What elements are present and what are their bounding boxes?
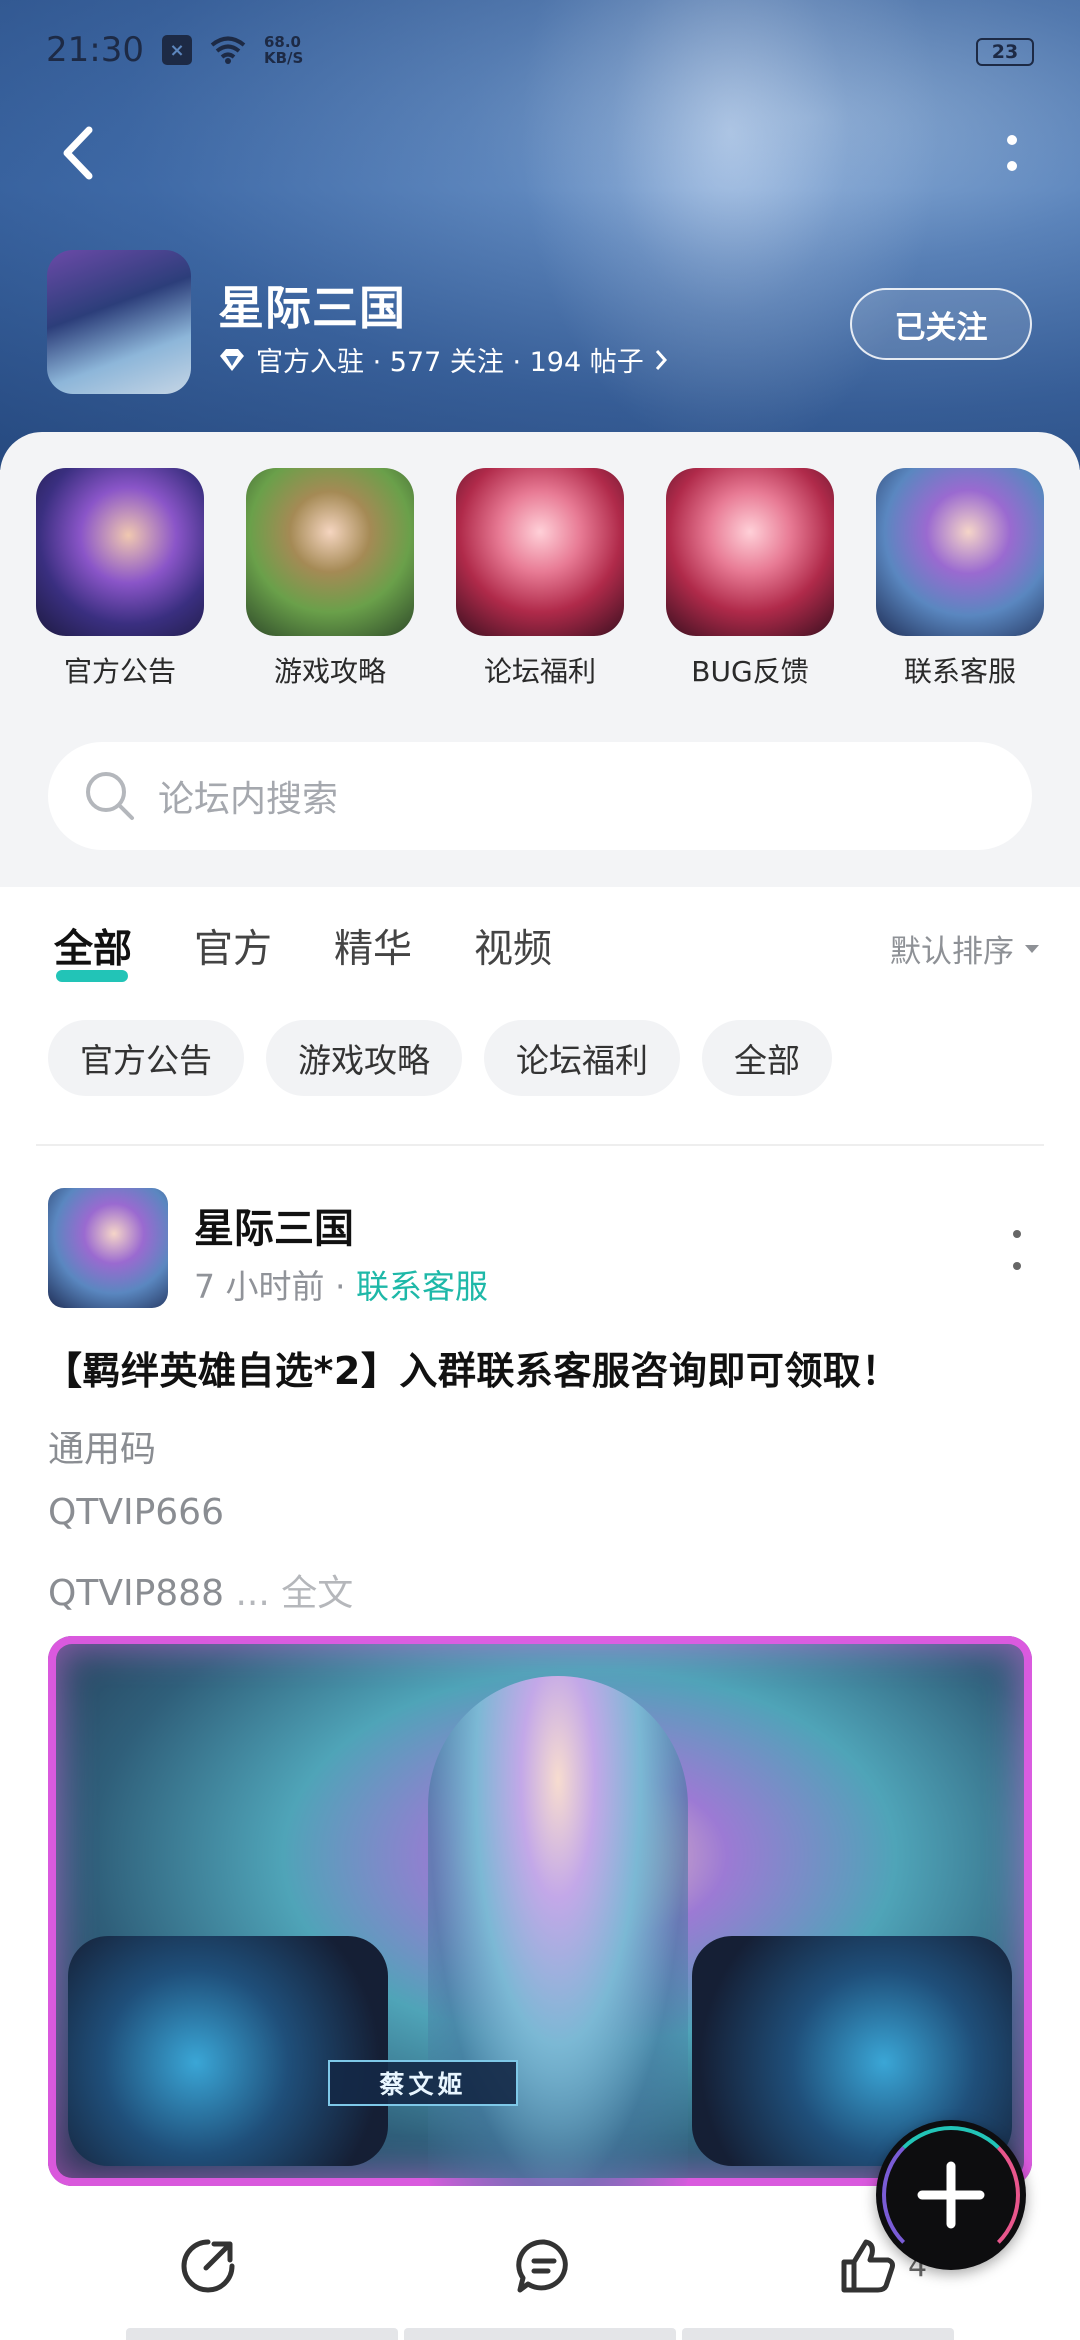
category-thumbnail [36, 468, 204, 636]
image-caption: 蔡文姬 [328, 2060, 518, 2106]
post-image[interactable]: 蔡文姬 [48, 1636, 1032, 2186]
tab-all[interactable]: 全部 [54, 918, 132, 982]
thumbs-up-icon [841, 2239, 895, 2293]
status-time: 21:30 [46, 30, 144, 70]
forum-meta-link[interactable]: 官方入驻 · 577 关注 · 194 帖子 [218, 340, 668, 379]
chevron-left-icon [63, 126, 93, 180]
comment-icon [516, 2239, 568, 2293]
post-filter-tabs: 全部 官方 精华 视频 [54, 918, 552, 982]
category-game-guide[interactable]: 游戏攻略 [246, 468, 414, 690]
search-placeholder: 论坛内搜索 [158, 779, 339, 820]
comment-button[interactable] [514, 2226, 574, 2306]
category-forum-welfare[interactable]: 论坛福利 [456, 468, 624, 690]
forum-name: 星际三国 [218, 281, 406, 335]
share-button[interactable] [178, 2226, 238, 2306]
category-row: 官方公告 游戏攻略 论坛福利 BUG反馈 联系客服 [0, 468, 1080, 690]
post-body-line: QTVIP888 ... 全文 [48, 1573, 354, 1614]
chevron-right-icon [655, 349, 667, 370]
sub-category-chips: 官方公告 游戏攻略 论坛福利 全部 [48, 1020, 832, 1096]
sort-dropdown[interactable]: 默认排序 [890, 926, 1040, 971]
more-options-button[interactable] [984, 125, 1040, 181]
diamond-icon [220, 348, 244, 371]
category-panel: 官方公告 游戏攻略 论坛福利 BUG反馈 联系客服 论坛内搜索 [0, 432, 1080, 887]
category-thumbnail [246, 468, 414, 636]
forum-stats: 官方入驻 · 577 关注 · 194 帖子 [256, 347, 644, 378]
chip-forum-welfare[interactable]: 论坛福利 [484, 1020, 680, 1096]
post-title[interactable]: 【羁绊英雄自选*2】入群联系客服咨询即可领取！ [44, 1340, 900, 1395]
category-official-notice[interactable]: 官方公告 [36, 468, 204, 690]
more-vertical-icon [1007, 135, 1017, 171]
forum-avatar[interactable] [47, 250, 191, 394]
search-input[interactable]: 论坛内搜索 [48, 742, 1032, 850]
battery-icon: 23 [976, 38, 1034, 66]
status-bar: 21:30 × 68.0 KB/S 23 [0, 0, 1080, 100]
category-thumbnail [456, 468, 624, 636]
search-icon [80, 766, 140, 826]
post-body-line: QTVIP666 [48, 1492, 224, 1533]
forum-banner: 21:30 × 68.0 KB/S 23 星际三国 官方入驻 · 577 关注 … [0, 0, 1080, 470]
category-label: 论坛福利 [483, 655, 596, 688]
read-more-link[interactable]: 全文 [281, 1573, 353, 1614]
next-post-preview [126, 2328, 954, 2340]
back-button[interactable] [50, 125, 106, 181]
post-meta: 7 小时前 · 联系客服 [194, 1267, 488, 1306]
category-label: BUG反馈 [691, 655, 809, 688]
category-label: 联系客服 [903, 655, 1016, 688]
divider [36, 1144, 1044, 1146]
category-thumbnail [876, 468, 1044, 636]
post-time: 7 小时前 [194, 1267, 325, 1306]
plus-icon [917, 2161, 985, 2229]
caret-down-icon [1025, 944, 1039, 953]
post-body-line: 通用码 [48, 1429, 157, 1470]
sort-label: 默认排序 [890, 934, 1014, 970]
wifi-icon [210, 36, 246, 64]
network-speed: 68.0 KB/S [263, 33, 304, 67]
tab-featured[interactable]: 精华 [334, 918, 412, 974]
create-post-button[interactable] [876, 2120, 1026, 2270]
tab-official[interactable]: 官方 [194, 918, 272, 974]
follow-button[interactable]: 已关注 [850, 288, 1032, 360]
chip-game-guide[interactable]: 游戏攻略 [266, 1020, 462, 1096]
category-thumbnail [666, 468, 834, 636]
post-more-button[interactable] [1002, 1230, 1032, 1270]
chip-all[interactable]: 全部 [702, 1020, 832, 1096]
post-category-tag[interactable]: 联系客服 [356, 1267, 488, 1306]
category-bug-report[interactable]: BUG反馈 [666, 468, 834, 690]
post-author-avatar[interactable] [48, 1188, 168, 1308]
share-icon [181, 2239, 235, 2293]
category-label: 官方公告 [63, 655, 176, 688]
sim-off-icon: × [161, 35, 192, 65]
tab-video[interactable]: 视频 [474, 918, 552, 974]
chip-official-notice[interactable]: 官方公告 [48, 1020, 244, 1096]
post-author-name[interactable]: 星际三国 [194, 1196, 354, 1254]
category-label: 游戏攻略 [273, 655, 386, 688]
category-contact-support[interactable]: 联系客服 [876, 468, 1044, 690]
character-illustration [428, 1676, 688, 2186]
